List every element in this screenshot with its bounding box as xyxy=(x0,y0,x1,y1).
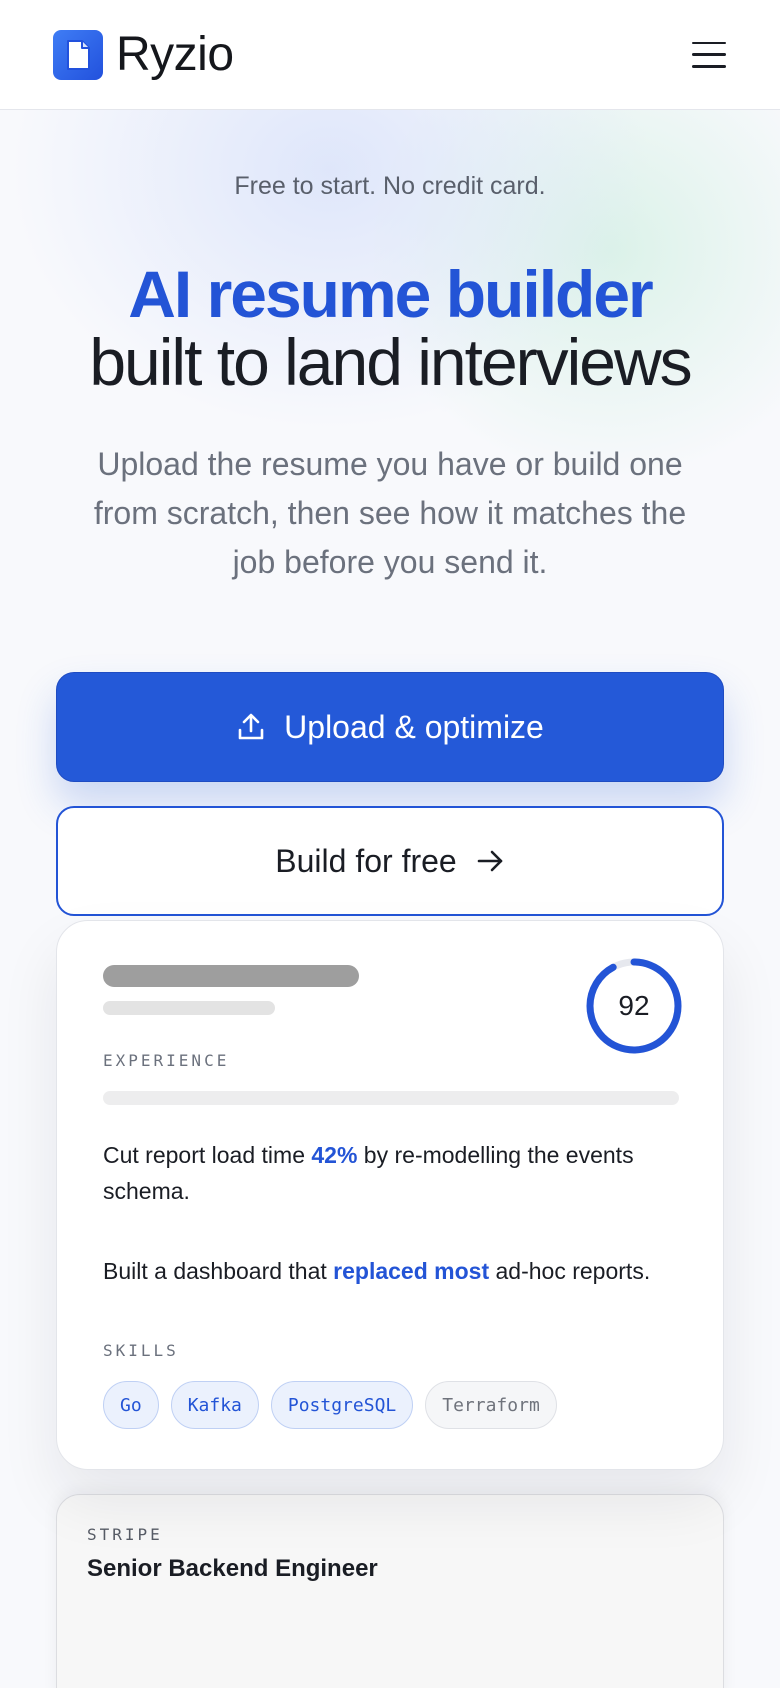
job-company: STRIPE xyxy=(87,1525,163,1544)
brand-logo[interactable]: Ryzio xyxy=(53,27,234,82)
hero-eyebrow: Free to start. No credit card. xyxy=(234,172,546,200)
arrow-right-icon xyxy=(477,850,503,872)
hero-title-accent: AI resume builder xyxy=(128,257,654,331)
hamburger-menu-icon[interactable] xyxy=(692,41,726,68)
skill-chip: Go xyxy=(103,1381,159,1429)
skill-chip-missing: Terraform xyxy=(425,1381,557,1429)
skills-heading: SKILLS xyxy=(103,1341,179,1360)
skill-chip: Kafka xyxy=(170,1381,259,1429)
hero-title: AI resume builder built to land intervie… xyxy=(0,260,780,396)
bullet-text: Cut report load time xyxy=(103,1142,312,1168)
experience-bullet: Built a dashboard that replaced most ad-… xyxy=(103,1253,693,1289)
experience-heading: EXPERIENCE xyxy=(103,1051,230,1070)
build-for-free-button[interactable]: Build for free xyxy=(56,806,724,916)
resume-preview-card: 92 EXPERIENCE Cut report load time 42% b… xyxy=(56,920,724,1470)
bullet-text: Built a dashboard that xyxy=(103,1258,334,1284)
name-placeholder-bar xyxy=(103,965,359,987)
skills-list: Go Kafka PostgreSQL Terraform xyxy=(103,1381,557,1429)
bullet-highlight: replaced most xyxy=(333,1258,490,1284)
upload-optimize-button[interactable]: Upload & optimize xyxy=(56,672,724,782)
hero-subtitle: Upload the resume you have or build one … xyxy=(93,446,687,580)
build-for-free-label: Build for free xyxy=(275,842,457,879)
upload-icon xyxy=(238,713,264,740)
job-role: Senior Backend Engineer xyxy=(87,1555,378,1582)
title-placeholder-bar xyxy=(103,1001,275,1015)
site-header: Ryzio xyxy=(0,0,780,110)
bullet-text: ad-hoc reports. xyxy=(489,1258,651,1284)
match-score-value: 92 xyxy=(618,990,650,1021)
upload-optimize-label: Upload & optimize xyxy=(284,708,544,745)
experience-bullet: Cut report load time 42% by re-modelling… xyxy=(103,1137,693,1209)
hero-title-rest: built to land interviews xyxy=(89,325,692,399)
job-card: STRIPE Senior Backend Engineer xyxy=(56,1494,724,1688)
brand-name: Ryzio xyxy=(116,28,234,81)
skill-chip: PostgreSQL xyxy=(270,1381,414,1429)
match-score-ring: 92 xyxy=(585,957,683,1055)
experience-placeholder-bar xyxy=(103,1091,679,1105)
bullet-highlight: 42% xyxy=(311,1142,358,1168)
document-icon xyxy=(53,29,103,80)
